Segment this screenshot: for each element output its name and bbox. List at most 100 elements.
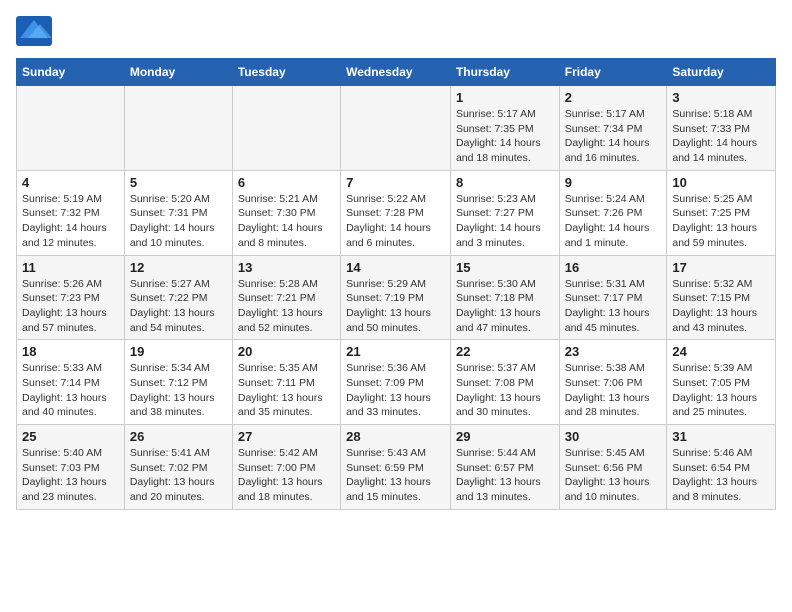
day-info: Sunrise: 5:26 AM Sunset: 7:23 PM Dayligh… (22, 277, 119, 336)
calendar-cell: 21 Sunrise: 5:36 AM Sunset: 7:09 PM Dayli… (341, 340, 451, 425)
header-day: Friday (559, 59, 667, 86)
day-number: 16 (565, 260, 662, 275)
day-info: Sunrise: 5:43 AM Sunset: 6:59 PM Dayligh… (346, 446, 445, 505)
calendar-cell: 28Sunrise: 5:43 AM Sunset: 6:59 PM Dayli… (341, 425, 451, 510)
header-day: Monday (124, 59, 232, 86)
day-info: Sunrise: 5:19 AM Sunset: 7:32 PM Dayligh… (22, 192, 119, 251)
day-info: Sunrise: 5:34 AM Sunset: 7:12 PM Dayligh… (130, 361, 227, 420)
header-day: Saturday (667, 59, 776, 86)
day-number: 30 (565, 429, 662, 444)
day-info: Sunrise: 5:37 AM Sunset: 7:08 PM Dayligh… (456, 361, 554, 420)
day-info: Sunrise: 5:41 AM Sunset: 7:02 PM Dayligh… (130, 446, 227, 505)
day-number: 24 (672, 344, 770, 359)
header-day: Sunday (17, 59, 125, 86)
calendar-table: SundayMondayTuesdayWednesdayThursdayFrid… (16, 58, 776, 510)
calendar-cell: 6 Sunrise: 5:21 AM Sunset: 7:30 PM Daylig… (232, 170, 340, 255)
day-info: Sunrise: 5:21 AM Sunset: 7:30 PM Dayligh… (238, 192, 335, 251)
logo-icon (16, 16, 52, 46)
day-number: 1 (456, 90, 554, 105)
calendar-cell: 29Sunrise: 5:44 AM Sunset: 6:57 PM Dayli… (450, 425, 559, 510)
day-info: Sunrise: 5:18 AM Sunset: 7:33 PM Dayligh… (672, 107, 770, 166)
calendar-week: 18 Sunrise: 5:33 AM Sunset: 7:14 PM Dayli… (17, 340, 776, 425)
day-number: 31 (672, 429, 770, 444)
header-day: Thursday (450, 59, 559, 86)
calendar-week: 11 Sunrise: 5:26 AM Sunset: 7:23 PM Dayli… (17, 255, 776, 340)
day-info: Sunrise: 5:36 AM Sunset: 7:09 PM Dayligh… (346, 361, 445, 420)
day-number: 13 (238, 260, 335, 275)
day-info: Sunrise: 5:39 AM Sunset: 7:05 PM Dayligh… (672, 361, 770, 420)
page-header (16, 16, 776, 46)
calendar-cell: 11 Sunrise: 5:26 AM Sunset: 7:23 PM Dayli… (17, 255, 125, 340)
calendar-cell: 17Sunrise: 5:32 AM Sunset: 7:15 PM Dayli… (667, 255, 776, 340)
day-info: Sunrise: 5:45 AM Sunset: 6:56 PM Dayligh… (565, 446, 662, 505)
day-number: 12 (130, 260, 227, 275)
calendar-cell: 30 Sunrise: 5:45 AM Sunset: 6:56 PM Dayli… (559, 425, 667, 510)
day-number: 23 (565, 344, 662, 359)
day-number: 6 (238, 175, 335, 190)
calendar-cell: 5 Sunrise: 5:20 AM Sunset: 7:31 PM Daylig… (124, 170, 232, 255)
day-info: Sunrise: 5:29 AM Sunset: 7:19 PM Dayligh… (346, 277, 445, 336)
calendar-cell: 27Sunrise: 5:42 AM Sunset: 7:00 PM Dayli… (232, 425, 340, 510)
day-info: Sunrise: 5:27 AM Sunset: 7:22 PM Dayligh… (130, 277, 227, 336)
day-info: Sunrise: 5:30 AM Sunset: 7:18 PM Dayligh… (456, 277, 554, 336)
day-number: 2 (565, 90, 662, 105)
day-number: 15 (456, 260, 554, 275)
day-number: 18 (22, 344, 119, 359)
day-info: Sunrise: 5:28 AM Sunset: 7:21 PM Dayligh… (238, 277, 335, 336)
day-number: 4 (22, 175, 119, 190)
day-number: 9 (565, 175, 662, 190)
header-day: Tuesday (232, 59, 340, 86)
day-info: Sunrise: 5:23 AM Sunset: 7:27 PM Dayligh… (456, 192, 554, 251)
calendar-week: 25Sunrise: 5:40 AM Sunset: 7:03 PM Dayli… (17, 425, 776, 510)
calendar-cell: 15 Sunrise: 5:30 AM Sunset: 7:18 PM Dayli… (450, 255, 559, 340)
calendar-week: 4 Sunrise: 5:19 AM Sunset: 7:32 PM Daylig… (17, 170, 776, 255)
day-number: 20 (238, 344, 335, 359)
day-number: 7 (346, 175, 445, 190)
calendar-cell: 16 Sunrise: 5:31 AM Sunset: 7:17 PM Dayli… (559, 255, 667, 340)
calendar-cell: 12 Sunrise: 5:27 AM Sunset: 7:22 PM Dayli… (124, 255, 232, 340)
calendar-cell: 3 Sunrise: 5:18 AM Sunset: 7:33 PM Daylig… (667, 86, 776, 171)
calendar-cell: 7 Sunrise: 5:22 AM Sunset: 7:28 PM Daylig… (341, 170, 451, 255)
calendar-cell (232, 86, 340, 171)
day-number: 21 (346, 344, 445, 359)
day-number: 29 (456, 429, 554, 444)
calendar-cell (341, 86, 451, 171)
calendar-cell: 23 Sunrise: 5:38 AM Sunset: 7:06 PM Dayli… (559, 340, 667, 425)
calendar-week: 1 Sunrise: 5:17 AM Sunset: 7:35 PM Daylig… (17, 86, 776, 171)
day-info: Sunrise: 5:35 AM Sunset: 7:11 PM Dayligh… (238, 361, 335, 420)
logo (16, 16, 56, 46)
calendar-cell: 13 Sunrise: 5:28 AM Sunset: 7:21 PM Dayli… (232, 255, 340, 340)
day-info: Sunrise: 5:38 AM Sunset: 7:06 PM Dayligh… (565, 361, 662, 420)
day-number: 3 (672, 90, 770, 105)
calendar-cell: 8 Sunrise: 5:23 AM Sunset: 7:27 PM Daylig… (450, 170, 559, 255)
day-number: 17 (672, 260, 770, 275)
day-info: Sunrise: 5:22 AM Sunset: 7:28 PM Dayligh… (346, 192, 445, 251)
day-info: Sunrise: 5:46 AM Sunset: 6:54 PM Dayligh… (672, 446, 770, 505)
calendar-cell: 1 Sunrise: 5:17 AM Sunset: 7:35 PM Daylig… (450, 86, 559, 171)
day-info: Sunrise: 5:17 AM Sunset: 7:35 PM Dayligh… (456, 107, 554, 166)
day-info: Sunrise: 5:25 AM Sunset: 7:25 PM Dayligh… (672, 192, 770, 251)
calendar-cell: 19Sunrise: 5:34 AM Sunset: 7:12 PM Dayli… (124, 340, 232, 425)
day-number: 26 (130, 429, 227, 444)
day-info: Sunrise: 5:33 AM Sunset: 7:14 PM Dayligh… (22, 361, 119, 420)
calendar-cell: 20 Sunrise: 5:35 AM Sunset: 7:11 PM Dayli… (232, 340, 340, 425)
calendar-cell: 26 Sunrise: 5:41 AM Sunset: 7:02 PM Dayli… (124, 425, 232, 510)
header-row: SundayMondayTuesdayWednesdayThursdayFrid… (17, 59, 776, 86)
day-number: 10 (672, 175, 770, 190)
calendar-cell: 22Sunrise: 5:37 AM Sunset: 7:08 PM Dayli… (450, 340, 559, 425)
calendar-cell: 24 Sunrise: 5:39 AM Sunset: 7:05 PM Dayli… (667, 340, 776, 425)
calendar-cell: 18 Sunrise: 5:33 AM Sunset: 7:14 PM Dayli… (17, 340, 125, 425)
calendar-cell: 25Sunrise: 5:40 AM Sunset: 7:03 PM Dayli… (17, 425, 125, 510)
calendar-cell (17, 86, 125, 171)
day-info: Sunrise: 5:20 AM Sunset: 7:31 PM Dayligh… (130, 192, 227, 251)
day-info: Sunrise: 5:17 AM Sunset: 7:34 PM Dayligh… (565, 107, 662, 166)
day-info: Sunrise: 5:31 AM Sunset: 7:17 PM Dayligh… (565, 277, 662, 336)
day-number: 5 (130, 175, 227, 190)
day-info: Sunrise: 5:24 AM Sunset: 7:26 PM Dayligh… (565, 192, 662, 251)
calendar-cell: 4 Sunrise: 5:19 AM Sunset: 7:32 PM Daylig… (17, 170, 125, 255)
day-number: 8 (456, 175, 554, 190)
day-number: 11 (22, 260, 119, 275)
header-day: Wednesday (341, 59, 451, 86)
calendar-cell: 14Sunrise: 5:29 AM Sunset: 7:19 PM Dayli… (341, 255, 451, 340)
day-info: Sunrise: 5:42 AM Sunset: 7:00 PM Dayligh… (238, 446, 335, 505)
